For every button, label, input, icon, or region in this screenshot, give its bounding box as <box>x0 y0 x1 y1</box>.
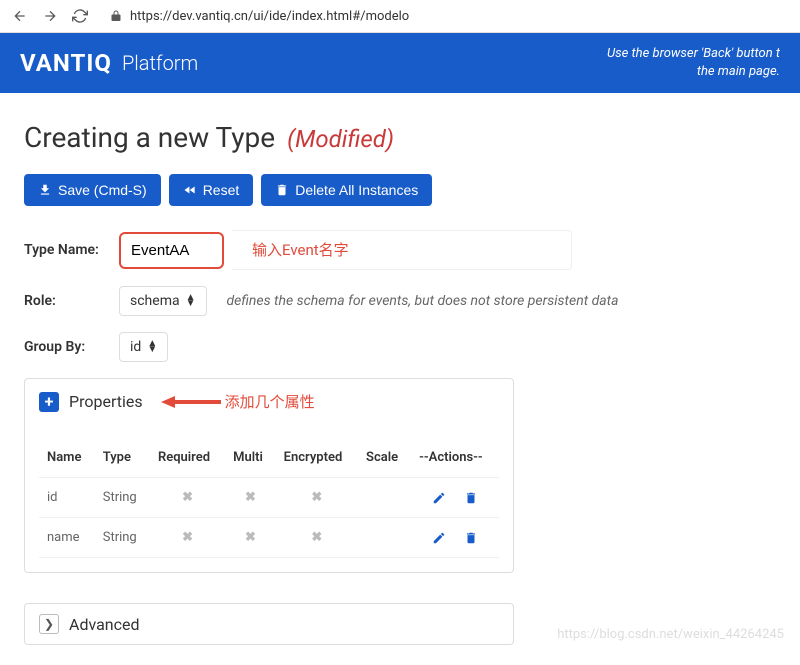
col-actions: --Actions-- <box>411 438 499 478</box>
reload-icon[interactable] <box>72 8 88 24</box>
col-encrypted: Encrypted <box>276 438 358 478</box>
col-multi: Multi <box>225 438 276 478</box>
cell-multi: ✖ <box>225 478 276 518</box>
role-select[interactable]: schema ▲▼ <box>119 286 207 316</box>
group-by-select[interactable]: id ▲▼ <box>119 332 168 362</box>
table-row: name String ✖ ✖ ✖ <box>39 518 499 558</box>
save-button[interactable]: Save (Cmd-S) <box>24 174 161 206</box>
input-extension[interactable]: 输入Event名字 <box>232 230 572 270</box>
role-label: Role: <box>24 293 109 309</box>
app-header: VANTIQ Platform Use the browser 'Back' b… <box>0 33 800 93</box>
col-name: Name <box>39 438 95 478</box>
cell-actions <box>411 478 499 518</box>
delete-icon[interactable] <box>464 491 478 505</box>
modified-badge: (Modified) <box>287 125 394 153</box>
cell-actions <box>411 518 499 558</box>
delete-all-button[interactable]: Delete All Instances <box>261 174 432 206</box>
edit-icon[interactable] <box>432 531 446 545</box>
cell-scale <box>358 478 411 518</box>
advanced-title: Advanced <box>69 615 140 634</box>
header-message: Use the browser 'Back' button t the main… <box>607 45 780 81</box>
platform-label: Platform <box>122 51 198 75</box>
properties-panel: + Properties 添加几个属性 Name Type Required M… <box>24 378 514 573</box>
col-scale: Scale <box>358 438 411 478</box>
properties-annotation: 添加几个属性 <box>161 391 315 412</box>
select-arrows-icon: ▲▼ <box>186 295 196 307</box>
download-icon <box>38 183 52 197</box>
url-text[interactable]: https://dev.vantiq.cn/ui/ide/index.html#… <box>130 9 409 24</box>
cell-scale <box>358 518 411 558</box>
edit-icon[interactable] <box>432 491 446 505</box>
cell-multi: ✖ <box>225 518 276 558</box>
properties-table: Name Type Required Multi Encrypted Scale… <box>39 438 499 558</box>
cell-type: String <box>95 518 150 558</box>
back-icon[interactable] <box>12 8 28 24</box>
rewind-icon <box>183 183 197 197</box>
properties-title: Properties <box>69 392 143 411</box>
forward-icon[interactable] <box>42 8 58 24</box>
type-name-annotation: 输入Event名字 <box>252 241 349 259</box>
type-name-label: Type Name: <box>24 242 109 258</box>
col-required: Required <box>150 438 225 478</box>
cell-encrypted: ✖ <box>276 518 358 558</box>
expand-advanced-button[interactable]: ❯ <box>39 614 59 634</box>
role-hint: defines the schema for events, but does … <box>227 293 619 309</box>
cell-type: String <box>95 478 150 518</box>
col-type: Type <box>95 438 150 478</box>
select-arrows-icon: ▲▼ <box>147 341 157 353</box>
logo: VANTIQ <box>20 49 112 77</box>
table-row: id String ✖ ✖ ✖ <box>39 478 499 518</box>
group-by-label: Group By: <box>24 339 109 355</box>
page-title: Creating a new Type <box>24 121 275 154</box>
delete-icon[interactable] <box>464 531 478 545</box>
lock-icon <box>110 10 122 22</box>
cell-required: ✖ <box>150 478 225 518</box>
trash-icon <box>275 183 289 197</box>
type-name-input[interactable] <box>119 232 224 269</box>
cell-encrypted: ✖ <box>276 478 358 518</box>
cell-name: name <box>39 518 95 558</box>
watermark: https://blog.csdn.net/weixin_44264245 <box>557 627 784 642</box>
arrow-left-icon <box>161 394 221 410</box>
cell-name: id <box>39 478 95 518</box>
add-property-button[interactable]: + <box>39 392 59 412</box>
advanced-panel: ❯ Advanced <box>24 603 514 645</box>
browser-bar: https://dev.vantiq.cn/ui/ide/index.html#… <box>0 0 800 33</box>
reset-button[interactable]: Reset <box>169 174 254 206</box>
cell-required: ✖ <box>150 518 225 558</box>
